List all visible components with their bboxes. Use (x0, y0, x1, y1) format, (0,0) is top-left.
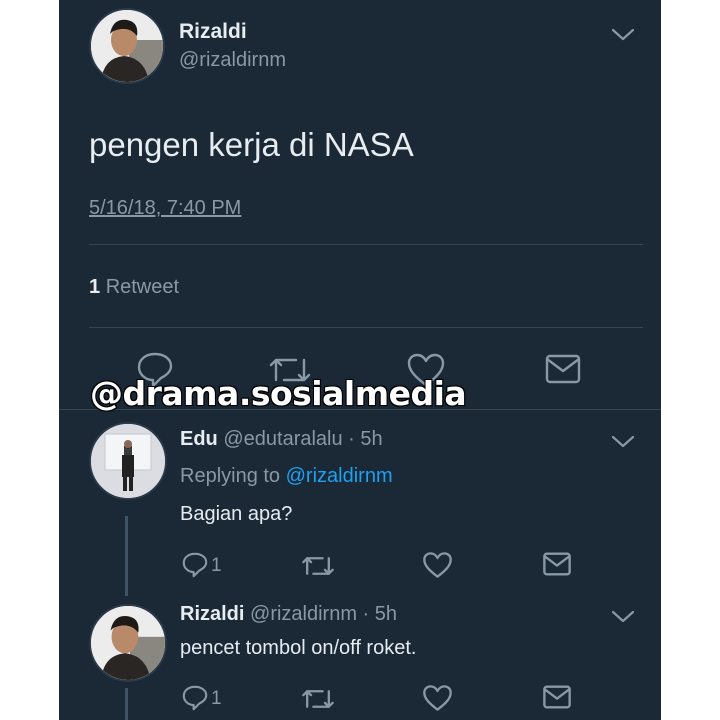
replying-to-link[interactable]: @rizaldirnm (286, 465, 393, 487)
thread-line (125, 516, 128, 596)
retweet-stats[interactable]: 1 Retweet (89, 276, 179, 299)
thread-line (125, 688, 128, 720)
chevron-down-icon[interactable] (611, 435, 635, 449)
avatar-rizaldi[interactable] (89, 604, 167, 682)
reply-author-name[interactable]: Rizaldi (180, 603, 244, 625)
reply-handle-time[interactable]: @rizaldirnm · 5h (250, 603, 397, 625)
like-icon[interactable] (422, 551, 453, 579)
share-icon[interactable] (544, 353, 582, 385)
tweet-timestamp[interactable]: 5/16/18, 7:40 PM (89, 197, 241, 220)
chevron-down-icon[interactable] (611, 28, 635, 42)
divider (89, 327, 643, 328)
reply-count: 1 (211, 688, 222, 709)
retweet-icon[interactable] (301, 685, 335, 713)
retweet-icon[interactable] (301, 552, 335, 580)
share-icon[interactable] (542, 551, 572, 577)
retweet-count: 1 (89, 276, 101, 298)
divider (89, 244, 643, 245)
reply-text: Bagian apa? (180, 503, 293, 525)
tweet-text: pengen kerja di NASA (89, 126, 414, 163)
reply-icon[interactable] (181, 551, 209, 579)
like-icon[interactable] (422, 684, 453, 712)
reply-author-name[interactable]: Edu (180, 428, 218, 450)
tweet-thread-screen: Rizaldi @rizaldirnm pengen kerja di NASA… (59, 0, 661, 720)
reply-header: Edu @edutaralalu · 5h (180, 428, 383, 451)
chevron-down-icon[interactable] (611, 610, 635, 624)
avatar-rizaldi[interactable] (89, 8, 165, 84)
reply-text: pencet tombol on/off roket. (180, 637, 417, 659)
reply-handle-time[interactable]: @edutaralalu · 5h (223, 428, 382, 450)
retweet-label: Retweet (105, 276, 180, 298)
author-handle[interactable]: @rizaldirnm (179, 49, 286, 72)
watermark: @drama.sosialmedia (89, 373, 468, 414)
replying-to: Replying to @rizaldirnm (180, 465, 393, 488)
author-name[interactable]: Rizaldi (179, 20, 247, 44)
share-icon[interactable] (542, 684, 572, 710)
reply-count: 1 (211, 555, 222, 576)
avatar-edu[interactable] (89, 422, 167, 500)
reply-icon[interactable] (181, 684, 209, 712)
reply-header: Rizaldi @rizaldirnm · 5h (180, 603, 397, 626)
replying-to-prefix: Replying to (180, 465, 281, 487)
